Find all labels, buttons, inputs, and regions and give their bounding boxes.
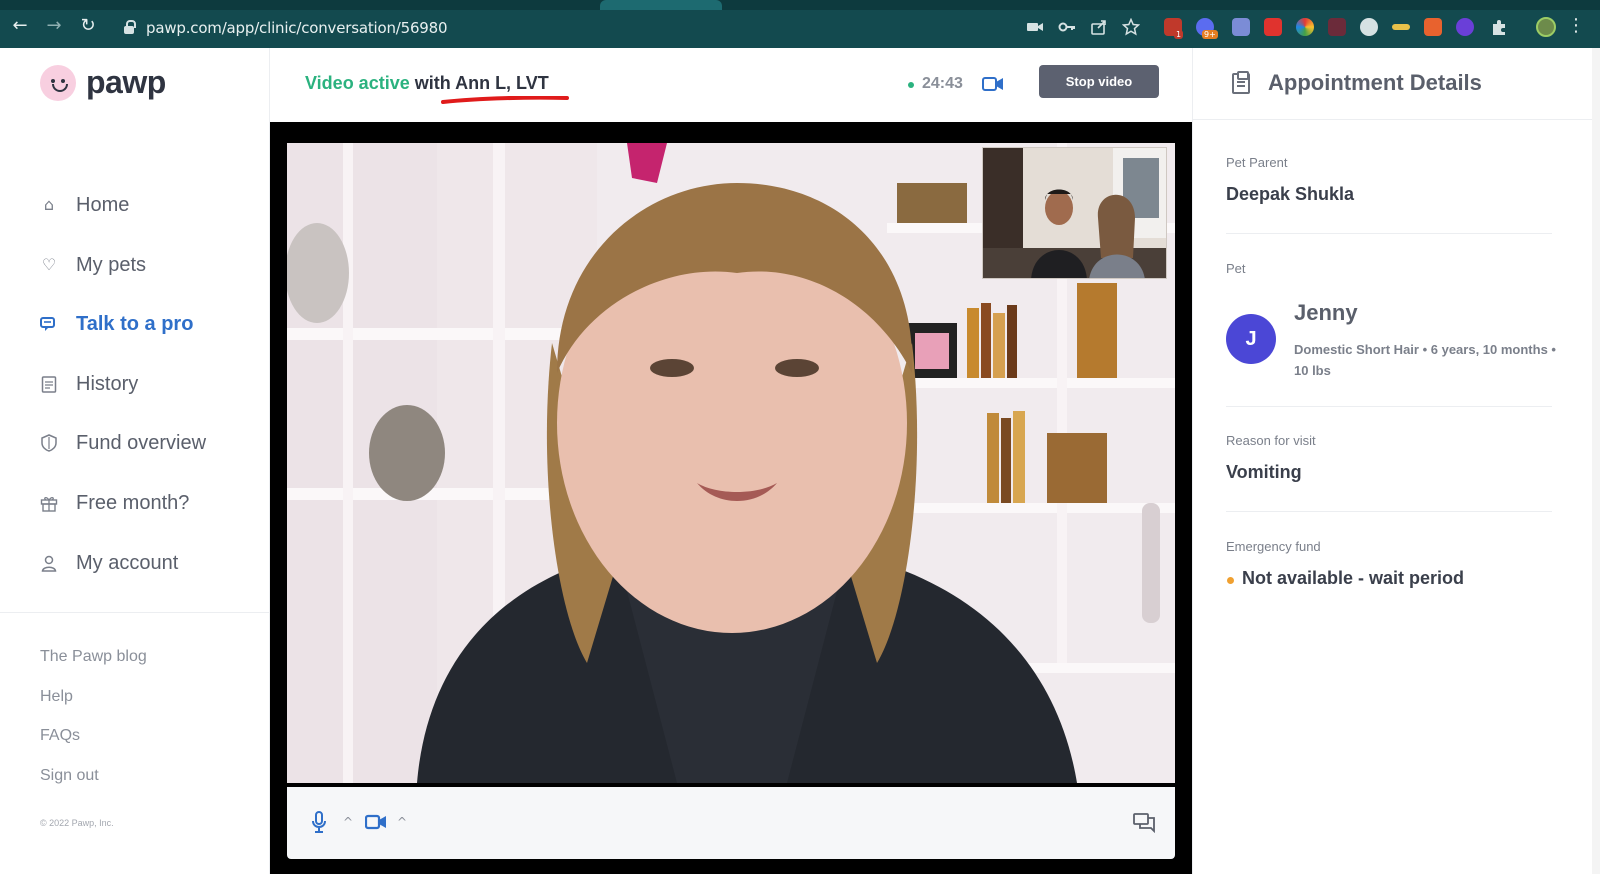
emergency-fund-label: Emergency fund [1226, 539, 1321, 554]
chat-messages-icon[interactable] [1133, 813, 1155, 833]
sidebar-item-my-pets[interactable]: ♡ My pets [40, 250, 146, 280]
pet-parent-label: Pet Parent [1226, 155, 1288, 170]
divider [1226, 406, 1552, 407]
sidebar [0, 48, 270, 874]
call-controls-bar: ^ ^ [287, 787, 1175, 859]
tab-strip [0, 0, 1600, 10]
reason-value: Vomiting [1226, 462, 1302, 482]
extension-color-icon[interactable] [1296, 18, 1314, 36]
sidebar-item-label: My account [76, 551, 179, 574]
annotation-underline [441, 96, 569, 104]
gift-icon [40, 494, 58, 512]
extensions-puzzle-icon[interactable] [1490, 18, 1508, 36]
call-timer: 24:43 [922, 75, 963, 92]
back-icon[interactable]: ← [10, 16, 30, 36]
link-help[interactable]: Help [40, 688, 73, 706]
link-pawp-blog[interactable]: The Pawp blog [40, 648, 147, 666]
stop-video-button[interactable]: Stop video [1039, 65, 1159, 98]
extension-bolt-icon[interactable] [1456, 18, 1474, 36]
pet-name: Jenny [1294, 300, 1358, 325]
microphone-icon[interactable] [311, 811, 327, 833]
sidebar-item-label: Home [76, 193, 130, 216]
page-scrollbar[interactable] [1592, 48, 1600, 874]
sidebar-item-label: History [76, 372, 139, 395]
forward-icon[interactable]: → [44, 16, 64, 36]
divider [1226, 233, 1552, 234]
sidebar-item-label: My pets [76, 253, 147, 276]
sidebar-item-fund-overview[interactable]: Fund overview [40, 428, 206, 458]
sidebar-item-talk-to-a-pro[interactable]: Talk to a pro [40, 309, 193, 339]
sidebar-divider [0, 612, 270, 613]
browser-tab-active[interactable] [600, 0, 722, 10]
call-status: Video active [305, 73, 410, 93]
browser-toolbar: ← → ↻ pawp.com/app/clinic/conversation/5… [0, 0, 1600, 48]
status-dot [1227, 577, 1234, 584]
extension-badge: 1 [1174, 30, 1184, 39]
sidebar-item-home[interactable]: ⌂ Home [40, 190, 129, 220]
camera-toggle-icon[interactable] [365, 814, 387, 830]
share-icon[interactable] [1090, 18, 1108, 36]
camera-icon[interactable] [1026, 18, 1044, 36]
divider [1226, 511, 1552, 512]
extension-c-icon[interactable] [1264, 18, 1282, 36]
logo-text: pawp [86, 64, 166, 100]
mic-options-chevron-up-icon[interactable]: ^ [343, 815, 353, 829]
sidebar-item-free-month[interactable]: Free month? [40, 488, 189, 518]
link-sign-out[interactable]: Sign out [40, 767, 99, 785]
extension-mail-icon[interactable] [1232, 18, 1250, 36]
camera-options-chevron-up-icon[interactable]: ^ [397, 815, 407, 829]
reason-label: Reason for visit [1226, 433, 1316, 448]
menu-kebab-icon[interactable]: ⋮ [1566, 16, 1586, 36]
clipboard-icon [40, 375, 58, 393]
extension-fox-icon[interactable] [1424, 18, 1442, 36]
lock-icon[interactable] [124, 20, 136, 34]
sidebar-item-my-account[interactable]: My account [40, 548, 178, 578]
pet-label: Pet [1226, 261, 1246, 276]
pawp-logo-icon [40, 64, 76, 101]
profile-avatar[interactable] [1536, 17, 1556, 37]
pet-parent-value: Deepak Shukla [1226, 184, 1355, 204]
chat-icon [40, 315, 58, 333]
video-camera-icon [982, 77, 1003, 91]
appointment-details-panel [1192, 48, 1592, 874]
home-icon: ⌂ [43, 195, 55, 214]
link-faqs[interactable]: FAQs [40, 727, 80, 745]
pet-avatar: J [1226, 314, 1276, 364]
panel-title: Appointment Details [1268, 70, 1482, 95]
sidebar-item-label: Free month? [76, 491, 190, 514]
self-view-scene [983, 148, 1166, 278]
heart-icon: ♡ [41, 255, 57, 274]
extension-badge: 9+ [1202, 30, 1218, 39]
extension-key-icon[interactable] [1392, 24, 1410, 30]
call-with: with Ann L, LVT [414, 73, 549, 93]
clipboard-icon [1232, 71, 1250, 94]
sidebar-item-label: Talk to a pro [76, 312, 194, 335]
call-status-title: Video active with Ann L, LVT [305, 73, 549, 94]
emergency-fund-status: Not available - wait period [1242, 568, 1465, 588]
key-icon[interactable] [1058, 18, 1076, 36]
pet-description: Domestic Short Hair • 6 years, 10 months… [1294, 342, 1556, 378]
url-text[interactable]: pawp.com/app/clinic/conversation/56980 [146, 19, 448, 37]
sidebar-item-label: Fund overview [76, 431, 207, 454]
shield-icon [40, 434, 58, 452]
bookmark-star-icon[interactable] [1122, 18, 1140, 36]
self-view-video[interactable] [982, 147, 1167, 279]
live-indicator-dot [908, 82, 914, 88]
extension-k-icon[interactable] [1328, 18, 1346, 36]
extension-eye-icon[interactable] [1360, 18, 1378, 36]
pawp-logo[interactable]: pawp [40, 64, 166, 101]
user-icon [40, 554, 58, 572]
copyright: © 2022 Pawp, Inc. [40, 818, 114, 828]
sidebar-item-history[interactable]: History [40, 369, 138, 399]
reload-icon[interactable]: ↻ [78, 16, 98, 36]
